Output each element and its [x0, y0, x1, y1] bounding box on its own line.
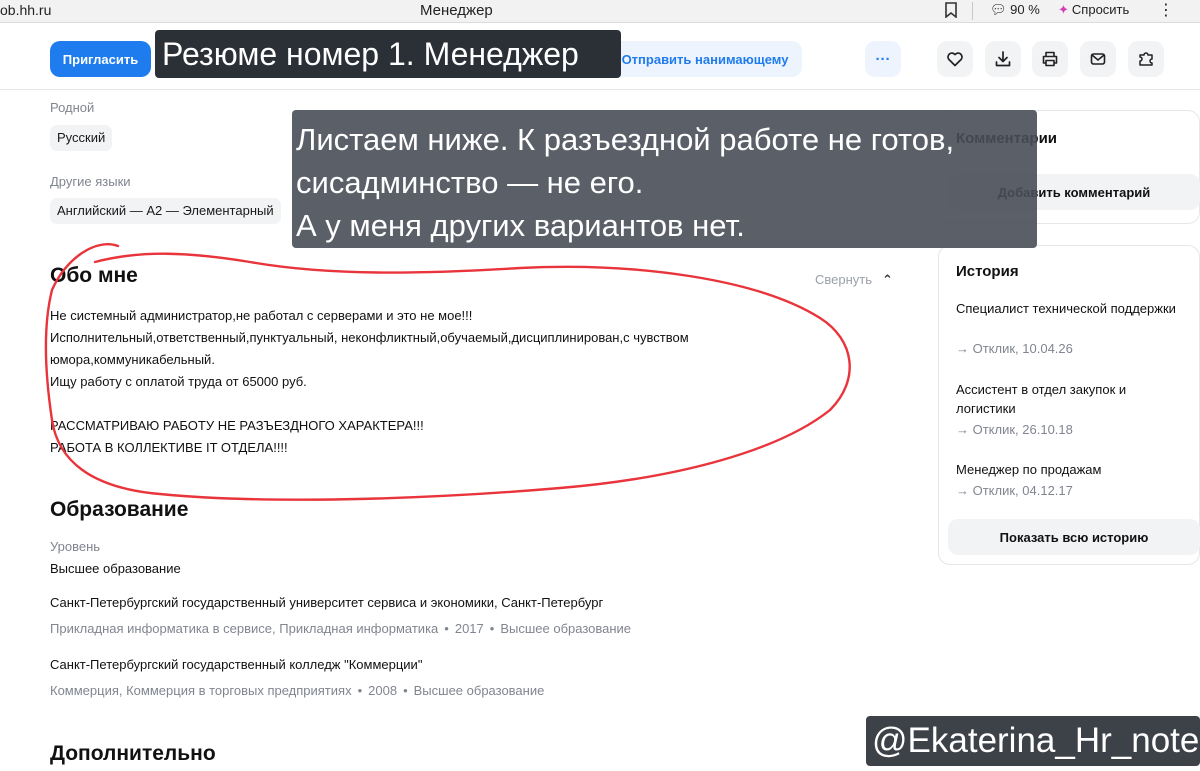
author-watermark: @Ekaterina_Hr_notes	[866, 716, 1200, 766]
browser-divider	[972, 2, 973, 20]
ask-assistant-button[interactable]: ✦ Спросить	[1058, 2, 1129, 18]
plugin-button[interactable]	[1128, 41, 1164, 77]
header-divider	[0, 89, 1200, 90]
education-specialty: Коммерция, Коммерция в торговых предприя…	[50, 683, 352, 698]
download-button[interactable]	[985, 41, 1021, 77]
education-specialty: Прикладная информатика в сервисе, Прикла…	[50, 621, 439, 636]
education-institution: Санкт-Петербургский государственный колл…	[50, 657, 423, 672]
about-line: РАССМАТРИВАЮ РАБОТУ НЕ РАЗЪЕЗДНОГО ХАРАК…	[50, 418, 424, 433]
about-line: Не системный администратор,не работал с …	[50, 308, 473, 323]
chevron-up-icon: ⌃	[882, 272, 893, 287]
invite-button[interactable]: Пригласить	[50, 41, 151, 77]
bookmark-icon[interactable]	[944, 2, 958, 22]
education-heading: Образование	[50, 498, 189, 521]
about-line: юмора,коммуникабельный.	[50, 352, 215, 367]
send-to-hiring-manager-button[interactable]: Отправить нанимающему	[608, 41, 802, 77]
native-language-label: Родной	[50, 100, 95, 115]
favorite-button[interactable]	[937, 41, 973, 77]
collapse-about-button[interactable]: Свернуть ⌃	[815, 272, 893, 288]
caption-line: сисадминство — не его.	[296, 165, 644, 200]
history-item-title[interactable]: Ассистент в отдел закупок и логистики	[956, 380, 1176, 418]
browser-bar: ob.hh.ru Менеджер 💬︎ 90 % ✦ Спросить ⋮	[0, 0, 1200, 23]
native-language-chip: Русский	[50, 125, 113, 151]
show-full-history-button[interactable]: Показать всю историю	[948, 519, 1200, 555]
caption-line: Листаем ниже. К разъездной работе не гот…	[296, 122, 955, 157]
envelope-icon	[1090, 53, 1106, 65]
education-degree: Высшее образование	[413, 683, 545, 698]
education-institution: Санкт-Петербургский государственный унив…	[50, 595, 604, 610]
assistant-icon: ✦	[1058, 2, 1069, 17]
page-tab-title: Менеджер	[420, 2, 493, 19]
history-item-meta: → Отклик, 10.04.26	[956, 341, 1073, 356]
education-details: Прикладная информатика в сервисе, Прикла…	[50, 621, 632, 636]
education-degree: Высшее образование	[500, 621, 632, 636]
history-item-meta: → Отклик, 04.12.17	[956, 483, 1073, 498]
additional-heading: Дополнительно	[50, 742, 216, 765]
about-text: Не системный администратор,не работал с …	[50, 305, 689, 459]
about-line: Исполнительный,ответственный,пунктуальны…	[50, 330, 689, 345]
history-item-title[interactable]: Специалист технической поддержки	[956, 299, 1176, 318]
browser-menu-icon[interactable]: ⋮	[1158, 0, 1174, 20]
education-level-value: Высшее образование	[50, 561, 181, 576]
education-details: Коммерция, Коммерция в торговых предприя…	[50, 683, 545, 698]
heart-icon	[947, 52, 963, 67]
other-languages-label: Другие языки	[50, 174, 131, 189]
video-caption-title: Резюме номер 1. Менеджер	[155, 30, 621, 78]
printer-icon	[1042, 51, 1058, 67]
chat-bubble-icon: 💬︎	[990, 2, 1007, 17]
other-language-chip: Английский — A2 — Элементарный	[50, 198, 281, 224]
about-heading: Обо мне	[50, 264, 138, 287]
address-bar-url[interactable]: ob.hh.ru	[0, 2, 51, 18]
education-year: 2017	[454, 621, 484, 636]
download-icon	[995, 51, 1011, 67]
about-line: РАБОТА В КОЛЛЕКТИВЕ IT ОТДЕЛА!!!!	[50, 440, 288, 455]
education-level-label: Уровень	[50, 539, 101, 554]
education-year: 2008	[368, 683, 398, 698]
zoom-level[interactable]: 💬︎ 90 %	[990, 2, 1040, 18]
puzzle-icon	[1139, 52, 1153, 66]
history-title: История	[956, 263, 1019, 280]
video-caption-note: Листаем ниже. К разъездной работе не гот…	[292, 110, 1037, 248]
message-button[interactable]	[1080, 41, 1116, 77]
about-line	[50, 393, 689, 415]
history-item-title[interactable]: Менеджер по продажам	[956, 460, 1176, 479]
print-button[interactable]	[1032, 41, 1068, 77]
history-item-meta: → Отклик, 26.10.18	[956, 422, 1073, 437]
caption-line: А у меня других вариантов нет.	[296, 208, 745, 243]
about-line: Ищу работу с оплатой труда от 65000 руб.	[50, 374, 307, 389]
more-actions-button[interactable]: ···	[865, 41, 901, 77]
collapse-label: Свернуть	[815, 272, 873, 287]
